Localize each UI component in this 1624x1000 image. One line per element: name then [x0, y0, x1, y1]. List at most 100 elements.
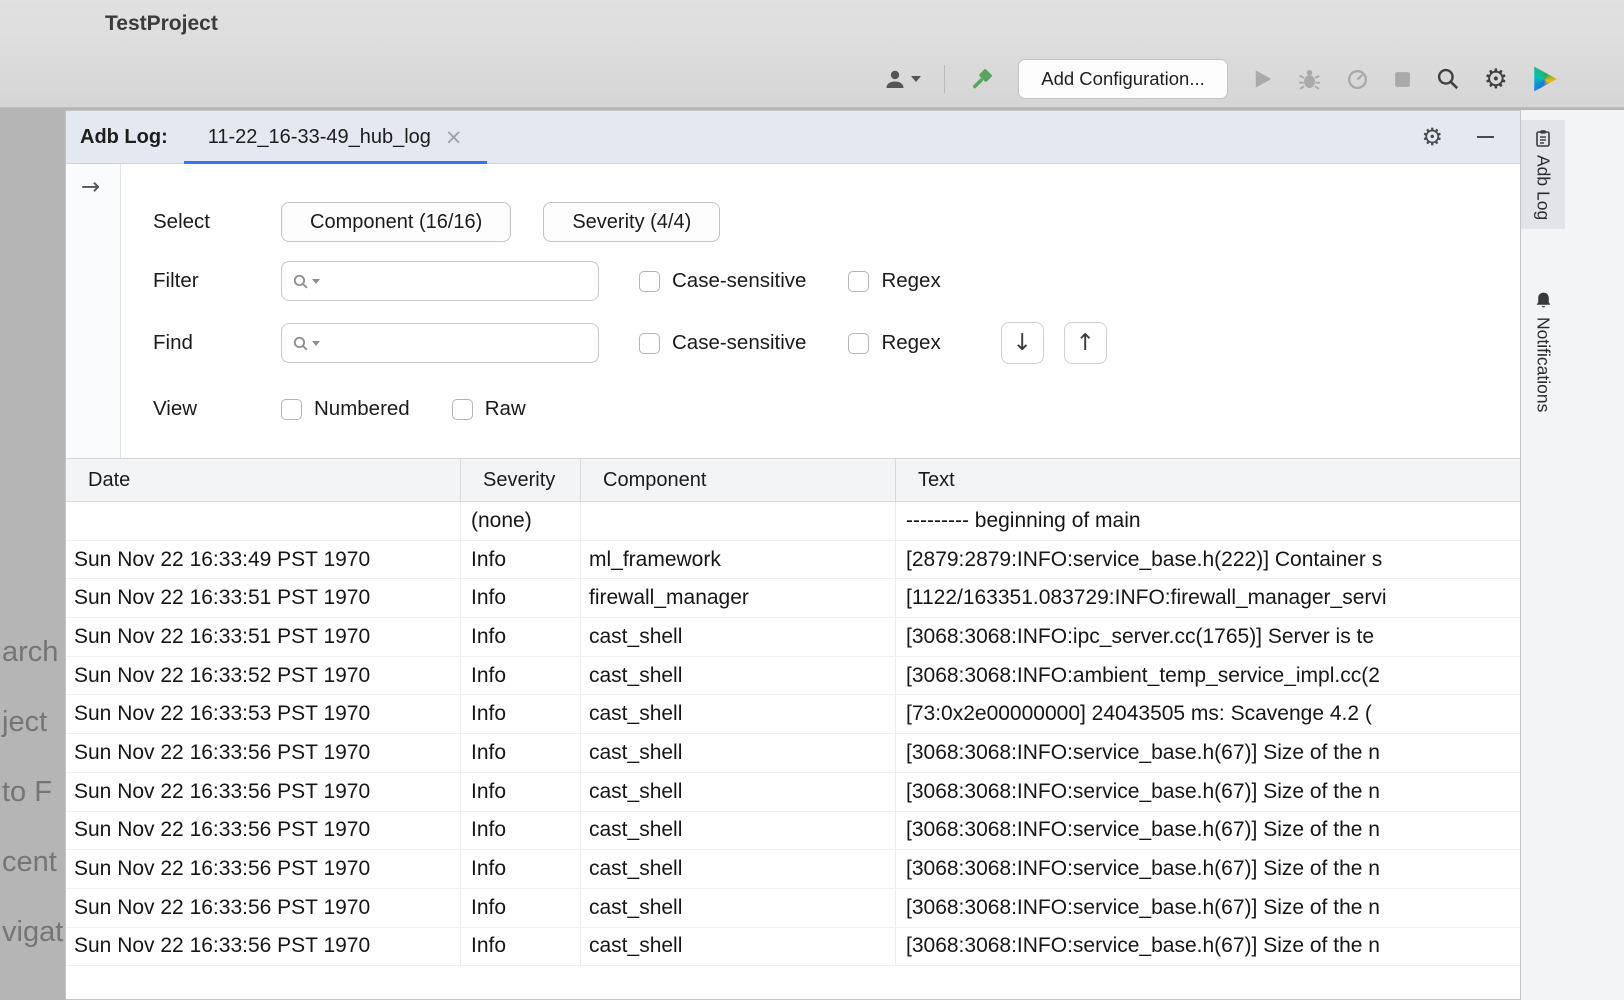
- log-cell-date: Sun Nov 22 16:33:52 PST 1970: [66, 657, 461, 695]
- find-label: Find: [153, 331, 281, 355]
- log-cell-component: ml_framework: [581, 541, 896, 579]
- build-button[interactable]: [968, 66, 995, 93]
- log-table-header: DateSeverityComponentText: [66, 459, 1520, 502]
- column-header-severity[interactable]: Severity: [461, 459, 581, 501]
- log-row[interactable]: Sun Nov 22 16:33:52 PST 1970Infocast_she…: [66, 657, 1520, 696]
- log-cell-text: --------- beginning of main: [896, 502, 1520, 540]
- log-cell-severity: Info: [461, 541, 581, 579]
- panel-header: Adb Log: 11-22_16-33-49_hub_log × ⚙: [66, 111, 1520, 164]
- checkbox-label: Case-sensitive: [672, 269, 806, 293]
- column-header-text[interactable]: Text: [896, 459, 1520, 501]
- log-cell-severity: Info: [461, 657, 581, 695]
- column-header-component[interactable]: Component: [581, 459, 896, 501]
- settings-button[interactable]: ⚙: [1484, 66, 1508, 93]
- minimize-icon[interactable]: [1477, 136, 1494, 139]
- search-icon: [292, 335, 309, 352]
- log-cell-text: [3068:3068:INFO:service_base.h(67)] Size…: [896, 928, 1520, 966]
- filter-input-box[interactable]: [281, 261, 599, 301]
- find-next-button[interactable]: ↓: [1001, 322, 1044, 364]
- log-icon: [1534, 129, 1552, 148]
- log-cell-severity: Info: [461, 928, 581, 966]
- log-row[interactable]: Sun Nov 22 16:33:56 PST 1970Infocast_she…: [66, 773, 1520, 812]
- component-filter-button[interactable]: Component (16/16): [281, 202, 511, 242]
- arrow-down-icon: ↓: [1013, 330, 1032, 356]
- log-cell-text: [73:0x2e00000000] 24043505 ms: Scavenge …: [896, 695, 1520, 733]
- log-cell-component: firewall_manager: [581, 579, 896, 617]
- side-tab-notifications[interactable]: Notifications: [1521, 282, 1565, 421]
- log-row[interactable]: Sun Nov 22 16:33:56 PST 1970Infocast_she…: [66, 850, 1520, 889]
- view-row: View Numbered Raw: [153, 388, 526, 430]
- panel-settings-gear-icon[interactable]: ⚙: [1421, 125, 1443, 149]
- log-cell-date: Sun Nov 22 16:33:56 PST 1970: [66, 850, 461, 888]
- panel-title: Adb Log:: [80, 126, 168, 149]
- log-cell-text: [2879:2879:INFO:service_base.h(222)] Con…: [896, 541, 1520, 579]
- search-icon: [292, 273, 309, 290]
- window-titlebar: TestProject Add Configuration...: [0, 0, 1624, 108]
- log-row[interactable]: Sun Nov 22 16:33:51 PST 1970Infocast_she…: [66, 618, 1520, 657]
- severity-filter-button[interactable]: Severity (4/4): [543, 202, 720, 242]
- find-input[interactable]: [323, 332, 588, 354]
- find-row: Find Case-sensitive Regex ↓ ↑: [153, 322, 1107, 364]
- log-row[interactable]: Sun Nov 22 16:33:56 PST 1970Infocast_she…: [66, 928, 1520, 967]
- log-cell-text: [3068:3068:INFO:service_base.h(67)] Size…: [896, 812, 1520, 850]
- chevron-down-icon: [312, 279, 320, 284]
- view-label: View: [153, 397, 281, 421]
- background-hint-text: arch: [2, 636, 58, 669]
- find-case-sensitive-checkbox[interactable]: Case-sensitive: [639, 331, 806, 355]
- gear-icon: ⚙: [1484, 66, 1508, 93]
- background-hint-text: to F: [2, 776, 52, 809]
- filter-case-sensitive-checkbox[interactable]: Case-sensitive: [639, 269, 806, 293]
- profiler-button[interactable]: [1345, 67, 1370, 92]
- log-cell-component: cast_shell: [581, 928, 896, 966]
- bell-icon: [1534, 291, 1553, 310]
- side-tab-adb-log[interactable]: Adb Log: [1521, 120, 1565, 229]
- log-cell-severity: Info: [461, 773, 581, 811]
- filter-regex-checkbox[interactable]: Regex: [848, 269, 940, 293]
- background-hint-text: cent: [2, 846, 57, 879]
- log-row[interactable]: Sun Nov 22 16:33:51 PST 1970Infofirewall…: [66, 579, 1520, 618]
- log-cell-text: [1122/163351.083729:INFO:firewall_manage…: [896, 579, 1520, 617]
- studio-logo-icon: [1531, 66, 1558, 93]
- log-cell-date: Sun Nov 22 16:33:56 PST 1970: [66, 928, 461, 966]
- log-cell-severity: Info: [461, 734, 581, 772]
- log-cell-severity: (none): [461, 502, 581, 540]
- log-row[interactable]: Sun Nov 22 16:33:56 PST 1970Infocast_she…: [66, 889, 1520, 928]
- hammer-icon: [968, 66, 995, 93]
- ide-logo-button[interactable]: [1531, 66, 1558, 93]
- log-cell-text: [3068:3068:INFO:service_base.h(67)] Size…: [896, 889, 1520, 927]
- numbered-checkbox[interactable]: Numbered: [281, 397, 410, 421]
- side-tab-label: Adb Log: [1533, 155, 1554, 220]
- column-header-date[interactable]: Date: [66, 459, 461, 501]
- log-row[interactable]: Sun Nov 22 16:33:53 PST 1970Infocast_she…: [66, 695, 1520, 734]
- log-row[interactable]: Sun Nov 22 16:33:56 PST 1970Infocast_she…: [66, 812, 1520, 851]
- log-cell-date: Sun Nov 22 16:33:56 PST 1970: [66, 889, 461, 927]
- collapse-arrow-icon[interactable]: →: [81, 174, 100, 200]
- find-input-box[interactable]: [281, 323, 599, 363]
- log-row[interactable]: (none) --------- beginning of main: [66, 502, 1520, 541]
- log-table-body: (none)--------- beginning of mainSun Nov…: [66, 502, 1520, 966]
- log-cell-date: Sun Nov 22 16:33:49 PST 1970: [66, 541, 461, 579]
- log-file-tab[interactable]: 11-22_16-33-49_hub_log ×: [184, 111, 487, 163]
- user-menu-button[interactable]: [883, 67, 921, 91]
- checkbox-label: Case-sensitive: [672, 331, 806, 355]
- debug-button[interactable]: [1297, 67, 1322, 92]
- log-tab-label: 11-22_16-33-49_hub_log: [208, 126, 431, 149]
- add-configuration-button[interactable]: Add Configuration...: [1018, 59, 1228, 99]
- log-cell-component: cast_shell: [581, 734, 896, 772]
- log-row[interactable]: Sun Nov 22 16:33:49 PST 1970Infoml_frame…: [66, 541, 1520, 580]
- find-regex-checkbox[interactable]: Regex: [848, 331, 940, 355]
- search-everywhere-button[interactable]: [1435, 66, 1461, 92]
- checkbox-box: [639, 333, 660, 354]
- search-icon: [1435, 66, 1461, 92]
- background-hint-text: vigat: [2, 916, 63, 949]
- close-icon[interactable]: ×: [445, 125, 463, 149]
- filter-input[interactable]: [323, 270, 588, 292]
- run-button[interactable]: [1251, 67, 1274, 91]
- background-hint-text: ject: [2, 706, 47, 739]
- find-previous-button[interactable]: ↑: [1064, 322, 1107, 364]
- checkbox-box: [848, 271, 869, 292]
- raw-checkbox[interactable]: Raw: [452, 397, 526, 421]
- log-table: DateSeverityComponentText (none) --------…: [66, 459, 1520, 999]
- stop-button[interactable]: [1393, 70, 1412, 89]
- log-row[interactable]: Sun Nov 22 16:33:56 PST 1970Infocast_she…: [66, 734, 1520, 773]
